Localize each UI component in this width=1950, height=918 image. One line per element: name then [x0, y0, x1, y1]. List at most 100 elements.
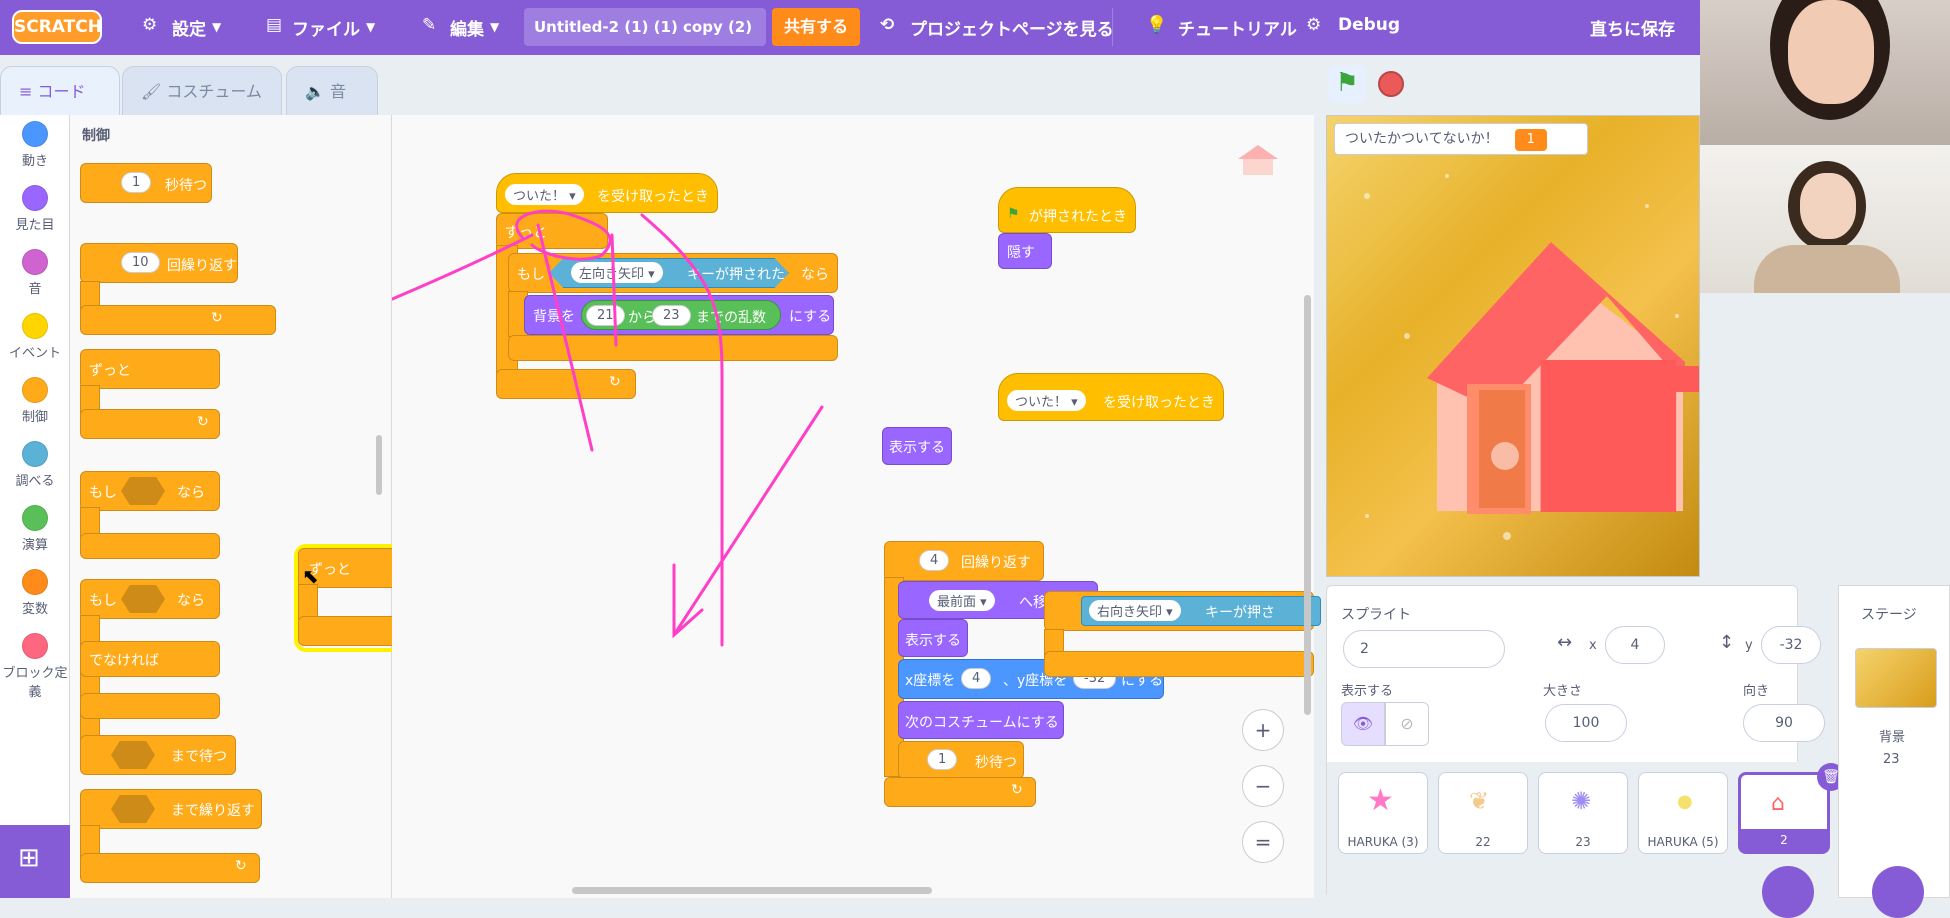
forever-block[interactable]: ずっと — [80, 349, 220, 389]
dragged-forever-arm — [298, 584, 318, 620]
category-looks[interactable]: 見た目 — [0, 185, 70, 233]
brush-icon: 🖌 — [141, 82, 167, 101]
repeat-until-foot: ↻ — [80, 853, 260, 883]
project-title-input[interactable]: Untitled-2 (1) (1) copy (2) — [524, 8, 766, 46]
backdrop-thumbnail[interactable] — [1855, 648, 1937, 708]
tutorials-menu[interactable]: チュートリアル — [1178, 15, 1297, 40]
annotation-stroke — [610, 233, 618, 347]
zoom-out-button[interactable]: − — [1242, 765, 1284, 807]
backdrop-label: 背景 — [1879, 730, 1906, 745]
zoom-reset-button[interactable]: = — [1242, 821, 1284, 863]
debug-menu[interactable]: Debug — [1338, 15, 1400, 35]
repeat-until-block[interactable]: まで繰り返す — [80, 789, 262, 829]
house-sprite — [1427, 242, 1699, 514]
file-menu[interactable]: ファイル — [292, 15, 360, 40]
debug-icon: ⚙ — [1306, 15, 1322, 35]
loop-arrow-icon: ↻ — [235, 858, 247, 874]
green-flag-button[interactable]: ⚑ — [1328, 65, 1366, 103]
repeat-label: 回繰り返す — [167, 258, 237, 274]
then-label: なら — [177, 485, 205, 501]
wait-input[interactable]: 1 — [121, 172, 152, 193]
looks-dot-icon — [22, 185, 48, 211]
save-now-button[interactable]: 直ちに保存 — [1590, 15, 1675, 40]
else-row: でなければ — [80, 641, 220, 677]
direction-label: 向き — [1743, 684, 1770, 699]
palette-scrollbar[interactable] — [376, 435, 382, 495]
choose-sprite-button[interactable] — [1762, 866, 1814, 918]
tab-sounds[interactable]: 🔈 音 — [286, 66, 378, 116]
then-label: なら — [177, 593, 205, 609]
category-sound[interactable]: 音 — [0, 249, 70, 297]
edit-menu[interactable]: 編集 — [450, 15, 484, 40]
size-input[interactable]: 100 — [1545, 704, 1627, 742]
variables-dot-icon — [22, 569, 48, 595]
pen-annotation — [392, 209, 824, 647]
palette-heading: 制御 — [82, 128, 110, 144]
if-else-block-arm — [80, 615, 100, 755]
repeat-block-foot: ↻ — [80, 305, 276, 335]
choose-backdrop-button[interactable] — [1872, 866, 1924, 918]
repeat-block[interactable]: 10 回繰り返す — [80, 243, 238, 283]
condition-slot[interactable] — [121, 585, 165, 613]
category-operators[interactable]: 演算 — [0, 505, 70, 553]
workspace-horizontal-scrollbar[interactable] — [572, 887, 932, 894]
wait-until-label: まで待つ — [171, 749, 227, 765]
loop-arrow-icon: ↻ — [197, 414, 209, 430]
condition-slot[interactable] — [111, 741, 155, 769]
stage-selector[interactable]: ステージ 背景 23 — [1838, 585, 1950, 898]
show-label: 表示する — [1341, 684, 1394, 699]
wait-block[interactable]: 1 秒待つ — [80, 163, 212, 203]
chevron-down-icon: ▼ — [366, 20, 376, 34]
sprite-thumb-haruka-5[interactable]: ● HARUKA (5) — [1638, 772, 1728, 854]
if-label: もし — [89, 485, 117, 501]
if-block-foot — [80, 533, 220, 559]
if-label: もし — [89, 593, 117, 609]
share-button[interactable]: 共有する — [772, 8, 860, 46]
condition-slot[interactable] — [111, 795, 155, 823]
condition-slot[interactable] — [121, 477, 165, 505]
sprite-name-input[interactable]: 2 — [1343, 630, 1505, 668]
direction-input[interactable]: 90 — [1743, 704, 1825, 742]
category-my-blocks[interactable]: ブロック定義 — [2, 633, 68, 700]
hide-visible-button[interactable]: ⊘ — [1385, 702, 1429, 746]
operators-dot-icon — [22, 505, 48, 531]
star-icon: ★ — [1367, 783, 1394, 818]
show-visible-button[interactable]: 👁 — [1341, 702, 1385, 746]
settings-menu[interactable]: 設定 — [172, 15, 206, 40]
stage-canvas[interactable] — [1326, 115, 1700, 577]
dot-icon: ● — [1677, 791, 1693, 812]
category-events[interactable]: イベント — [0, 313, 70, 361]
project-page-icon: ⟲ — [880, 15, 895, 35]
if-else-block[interactable]: もし なら — [80, 579, 220, 619]
eye-slash-icon: ⊘ — [1400, 714, 1414, 733]
repeat-input[interactable]: 10 — [121, 252, 160, 273]
sprite-thumb-22[interactable]: ❦ 22 — [1438, 772, 1528, 854]
tab-code[interactable]: ≡ コード — [0, 66, 120, 116]
stop-button[interactable] — [1378, 71, 1404, 97]
y-input[interactable]: -32 — [1761, 626, 1821, 664]
menu-divider — [1112, 8, 1113, 46]
code-workspace[interactable]: ついた！ ▾ を受け取ったとき ずっと もし 左向き矢印 ▾ キーが押された な… — [392, 115, 1321, 898]
wait-label: 秒待つ — [165, 178, 207, 194]
if-block[interactable]: もし なら — [80, 471, 220, 511]
category-sensing[interactable]: 調べる — [0, 441, 70, 489]
wait-until-block[interactable]: まで待つ — [80, 735, 236, 775]
sprite-thumb-23[interactable]: ✺ 23 — [1538, 772, 1628, 854]
project-page-link[interactable]: プロジェクトページを見る — [910, 15, 1114, 40]
x-input[interactable]: 4 — [1605, 626, 1665, 664]
category-motion[interactable]: 動き — [0, 121, 70, 169]
category-variables[interactable]: 変数 — [0, 569, 70, 617]
sound-dot-icon — [22, 249, 48, 275]
sprite-thumb-2-selected[interactable]: ⌂ 2 🗑 — [1738, 763, 1845, 854]
category-control[interactable]: 制御 — [0, 377, 70, 425]
scratch-logo[interactable]: SCRATCH — [12, 10, 102, 44]
zoom-in-button[interactable]: + — [1242, 709, 1284, 751]
gear-icon: ⚙ — [142, 15, 158, 35]
sprite-thumb-haruka-3[interactable]: ★ HARUKA (3) — [1338, 772, 1428, 854]
workspace-vertical-scrollbar[interactable] — [1304, 295, 1311, 715]
events-dot-icon — [22, 313, 48, 339]
tab-costumes[interactable]: 🖌 コスチューム — [122, 66, 282, 116]
sparkle-icon: ✺ — [1571, 787, 1592, 815]
add-extension-button[interactable]: ⊞ — [0, 825, 70, 898]
size-label: 大きさ — [1543, 684, 1583, 699]
